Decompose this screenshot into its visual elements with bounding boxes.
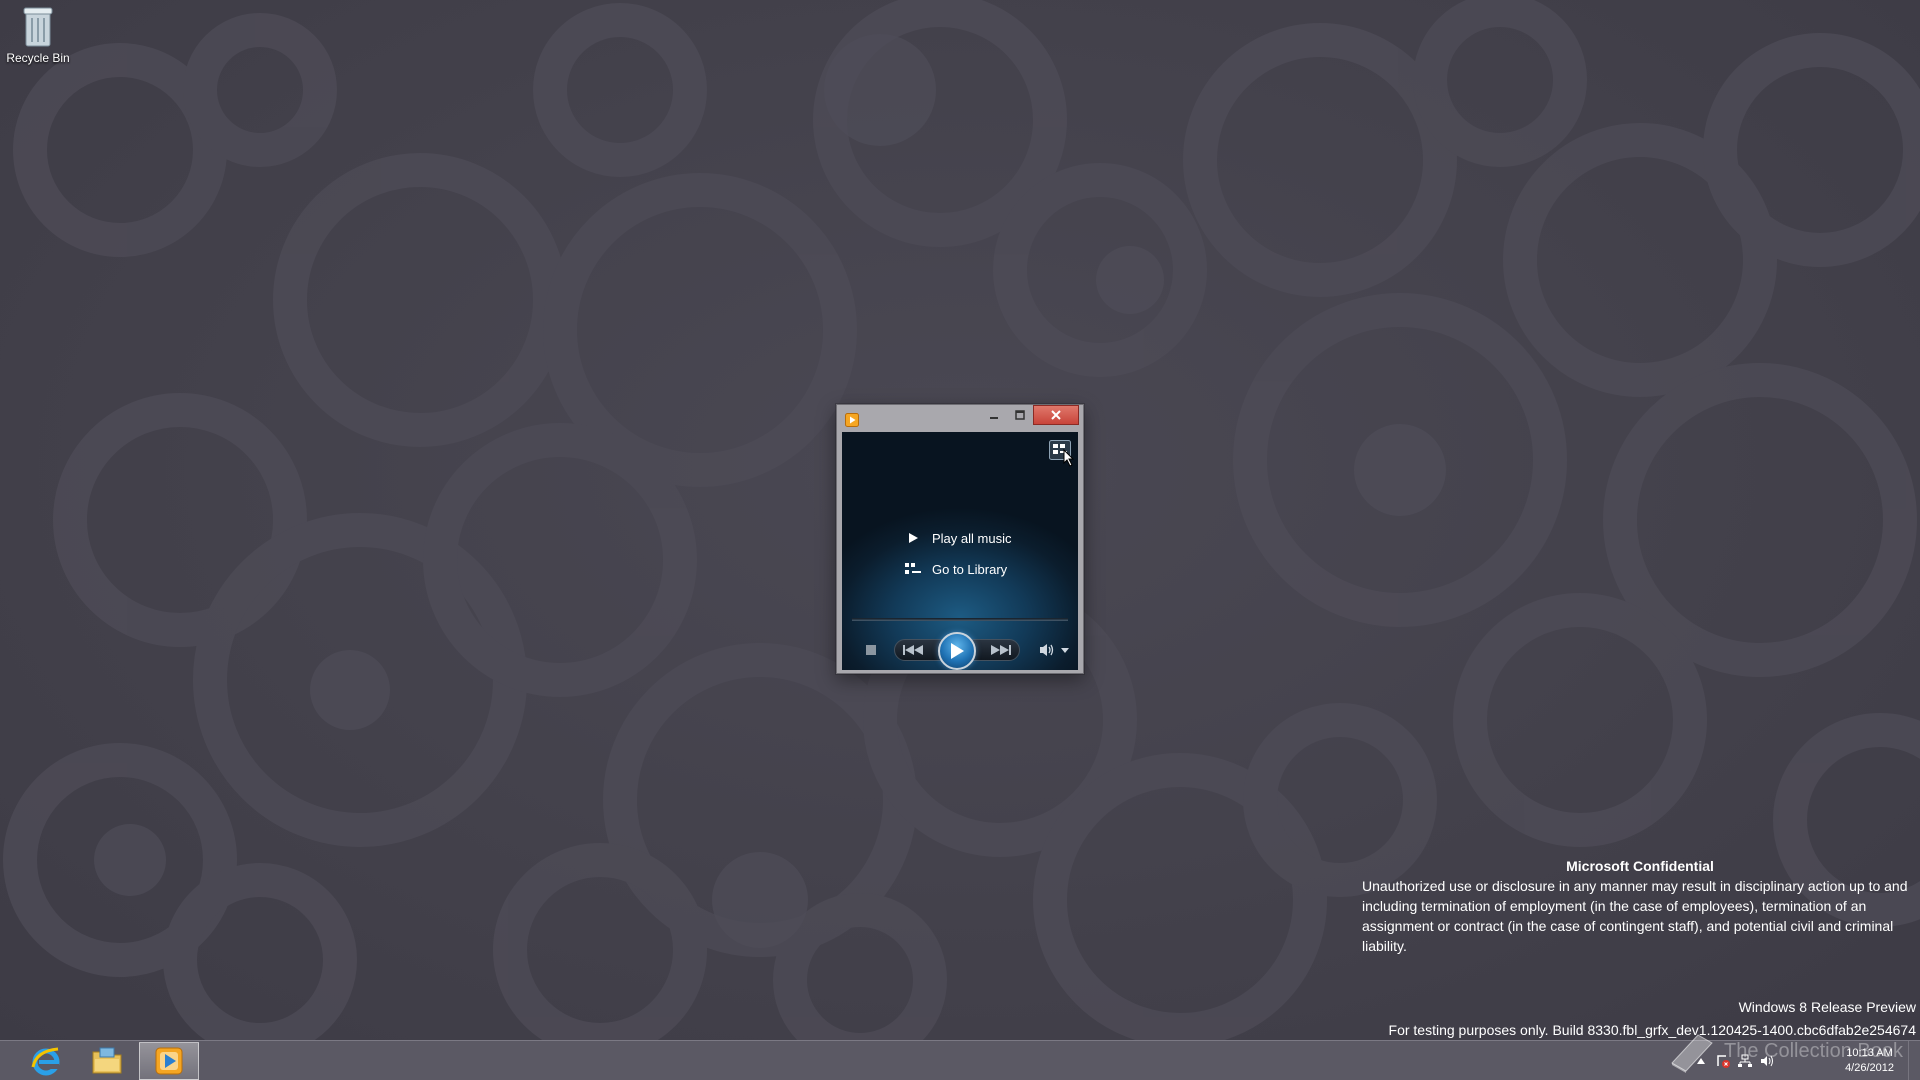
media-player-window[interactable]: Play all music Go to Library	[836, 404, 1084, 674]
play-all-music-label: Play all music	[932, 530, 1012, 546]
next-button[interactable]	[980, 640, 1020, 660]
mute-button[interactable]	[1038, 643, 1056, 657]
volume-icon	[1040, 644, 1054, 656]
minimize-icon	[989, 417, 998, 419]
taskbar-file-explorer[interactable]	[77, 1042, 137, 1080]
recycle-bin-icon	[23, 7, 53, 47]
close-icon	[1051, 410, 1061, 420]
minimize-button[interactable]	[980, 405, 1007, 425]
next-icon	[991, 645, 1011, 655]
mouse-cursor-icon	[1063, 449, 1075, 467]
taskbar-internet-explorer[interactable]	[16, 1042, 76, 1080]
library-icon	[904, 561, 922, 577]
title-bar[interactable]	[837, 405, 1083, 431]
close-button[interactable]	[1033, 405, 1079, 425]
go-to-library-link[interactable]: Go to Library	[904, 559, 1007, 579]
confidential-title: Microsoft Confidential	[1566, 858, 1714, 874]
confidential-body: Unauthorized use or disclosure in any ma…	[1362, 878, 1908, 954]
play-icon	[951, 643, 964, 659]
recycle-bin[interactable]: Recycle Bin	[4, 4, 72, 74]
stop-icon	[866, 645, 876, 655]
edition-label: Windows 8 Release Preview	[1738, 999, 1916, 1015]
windows-media-player-icon	[845, 413, 859, 427]
windows-media-player-icon	[155, 1047, 183, 1075]
collection-book-watermark: The Collection Book	[1668, 1026, 1918, 1076]
taskbar[interactable]: 10:13 AM 4/26/2012	[0, 1040, 1920, 1080]
recycle-bin-label: Recycle Bin	[6, 51, 70, 65]
file-explorer-icon	[92, 1047, 122, 1074]
desktop[interactable]: Recycle Bin Play all music Go to Library…	[0, 0, 1920, 1040]
book-icon	[1671, 1034, 1713, 1073]
now-playing-area[interactable]: Play all music Go to Library	[842, 432, 1078, 670]
previous-button[interactable]	[894, 640, 934, 660]
seek-bar[interactable]	[852, 618, 1068, 621]
confidential-notice: Microsoft Confidential Unauthorized use …	[1362, 856, 1918, 956]
chevron-down-icon	[1061, 647, 1069, 653]
previous-icon	[903, 645, 923, 655]
stop-button[interactable]	[864, 643, 878, 657]
taskbar-windows-media-player[interactable]	[139, 1042, 199, 1080]
play-all-music-link[interactable]: Play all music	[904, 528, 1011, 548]
volume-dropdown-button[interactable]	[1060, 646, 1070, 654]
play-button[interactable]	[938, 632, 976, 670]
play-icon	[904, 530, 922, 546]
internet-explorer-icon	[31, 1047, 60, 1076]
maximize-icon	[1015, 410, 1025, 420]
go-to-library-label: Go to Library	[932, 561, 1008, 577]
collection-book-text: The Collection Book	[1724, 1039, 1903, 1062]
maximize-button[interactable]	[1007, 405, 1033, 425]
